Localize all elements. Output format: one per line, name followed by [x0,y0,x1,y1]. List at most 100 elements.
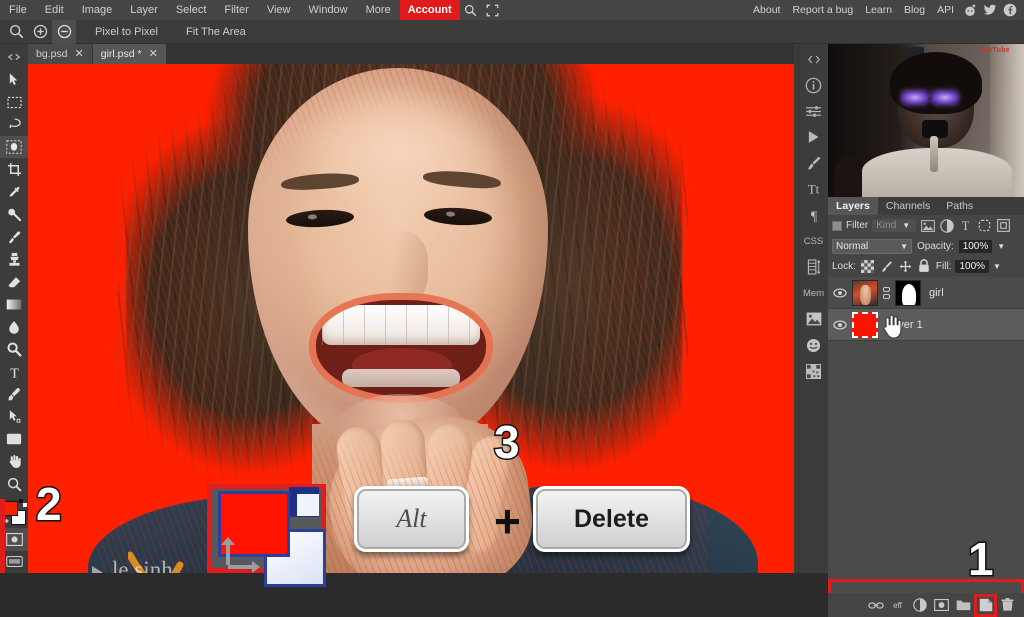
image-icon[interactable] [799,306,829,332]
menu-item-file[interactable]: File [0,0,36,20]
lock-image-icon[interactable] [879,259,894,274]
tab-girl-psd[interactable]: girl.psd * ✕ [92,44,166,64]
filter-kind-select[interactable]: Kind ▼ [872,219,917,232]
menu-item-view[interactable]: View [258,0,300,20]
fullscreen-icon[interactable] [482,0,504,20]
lock-all-icon[interactable] [917,259,932,274]
step-2-label: 2 [35,478,64,530]
memory-icon[interactable]: Mem [799,280,829,306]
link-learn[interactable]: Learn [859,4,898,16]
link-layers-icon[interactable] [867,597,884,614]
menu-item-filter[interactable]: Filter [215,0,257,20]
histogram-icon[interactable] [799,254,829,280]
emoji-icon[interactable] [799,332,829,358]
delete-layer-icon[interactable] [999,597,1016,614]
table-row[interactable]: girl [828,277,1024,309]
shape-filter-icon[interactable] [977,218,992,233]
foreground-color-swatch[interactable] [3,500,18,516]
hand-tool[interactable] [0,451,28,473]
adjustments-icon[interactable] [799,98,829,124]
pixel-to-pixel-button[interactable]: Pixel to Pixel [86,23,167,41]
fill-value[interactable]: 100% [955,259,990,273]
filter-checkbox[interactable] [832,220,842,231]
table-row[interactable]: Layer 1 [828,309,1024,341]
info-icon[interactable] [799,72,829,98]
opacity-value[interactable]: 100% [958,239,993,253]
collapse-handle[interactable] [0,46,28,68]
brush-tool[interactable] [0,226,28,248]
default-colors-icon[interactable] [19,498,27,507]
link-api[interactable]: API [931,4,960,16]
link-icon[interactable] [882,286,891,299]
webcam-overlay: YouTube [828,44,1024,197]
link-blog[interactable]: Blog [898,4,931,16]
type-tool[interactable]: T [0,361,28,383]
eyedropper-tool[interactable] [0,181,28,203]
dodge-tool[interactable] [0,338,28,360]
qr-icon[interactable] [799,358,829,384]
zoom-tool-icon[interactable] [4,20,28,44]
lock-position-icon[interactable] [898,259,913,274]
css-icon[interactable]: CSS [799,228,829,254]
zoom-out-icon[interactable] [52,19,76,44]
blend-mode-select[interactable]: Normal ▼ [832,238,912,254]
spot-healing-brush-tool[interactable] [0,203,28,225]
zoom-in-icon[interactable] [28,20,52,44]
tab-bg-psd[interactable]: bg.psd ✕ [28,44,92,64]
fit-the-area-button[interactable]: Fit The Area [177,23,255,41]
close-icon[interactable]: ✕ [149,48,158,60]
layer-mask-thumbnail[interactable] [895,279,921,306]
zoom-tool[interactable] [0,473,28,495]
layer-effects-icon[interactable]: eff [889,597,906,614]
crop-tool[interactable] [0,158,28,180]
menu-item-select[interactable]: Select [167,0,216,20]
twitter-icon[interactable] [980,0,1000,20]
tab-layers[interactable]: Layers [828,197,878,215]
shape-tool[interactable] [0,428,28,450]
lock-transparency-icon[interactable] [860,259,875,274]
paragraph-icon[interactable]: ¶ [799,202,829,228]
new-group-icon[interactable] [955,597,972,614]
layer-thumbnail[interactable] [852,279,878,306]
tab-paths[interactable]: Paths [938,197,981,215]
reddit-icon[interactable] [960,0,980,20]
smartobject-filter-icon[interactable] [996,218,1011,233]
code-icon[interactable] [799,46,829,72]
lasso-tool[interactable] [0,113,28,135]
brush-settings-icon[interactable] [799,150,829,176]
layer-thumbnail[interactable] [852,311,878,338]
link-about[interactable]: About [747,4,786,16]
clone-stamp-tool[interactable] [0,248,28,270]
character-icon[interactable]: Tt [799,176,829,202]
menu-item-image[interactable]: Image [73,0,122,20]
eye-icon[interactable] [832,317,848,333]
actions-play-icon[interactable] [799,124,829,150]
eraser-tool[interactable] [0,271,28,293]
object-selection-tool[interactable] [0,135,28,159]
opacity-chevron-down-icon[interactable]: ▼ [997,242,1005,251]
link-report-a-bug[interactable]: Report a bug [786,4,859,16]
move-tool[interactable] [0,68,28,90]
fill-chevron-down-icon[interactable]: ▼ [993,262,1001,271]
menu-item-edit[interactable]: Edit [36,0,73,20]
eye-icon[interactable] [832,285,848,301]
menu-item-account[interactable]: Account [399,0,460,20]
menu-item-layer[interactable]: Layer [121,0,167,20]
search-icon[interactable] [460,0,482,20]
adjustment-layer-icon[interactable] [911,597,928,614]
pen-tool[interactable] [0,383,28,405]
blur-tool[interactable] [0,316,28,338]
type-filter-icon[interactable]: T [958,218,973,233]
facebook-icon[interactable] [1000,0,1020,20]
layer-mask-icon[interactable] [933,597,950,614]
menu-item-more[interactable]: More [357,0,400,20]
menu-item-window[interactable]: Window [300,0,357,20]
pixel-filter-icon[interactable] [920,218,935,233]
adjustment-filter-icon[interactable] [939,218,954,233]
tab-channels[interactable]: Channels [878,197,938,215]
close-icon[interactable]: ✕ [75,48,84,60]
gradient-tool[interactable] [0,293,28,315]
path-selection-tool[interactable] [0,406,28,428]
new-layer-icon[interactable] [974,593,997,617]
rectangular-marquee-tool[interactable] [0,91,28,113]
